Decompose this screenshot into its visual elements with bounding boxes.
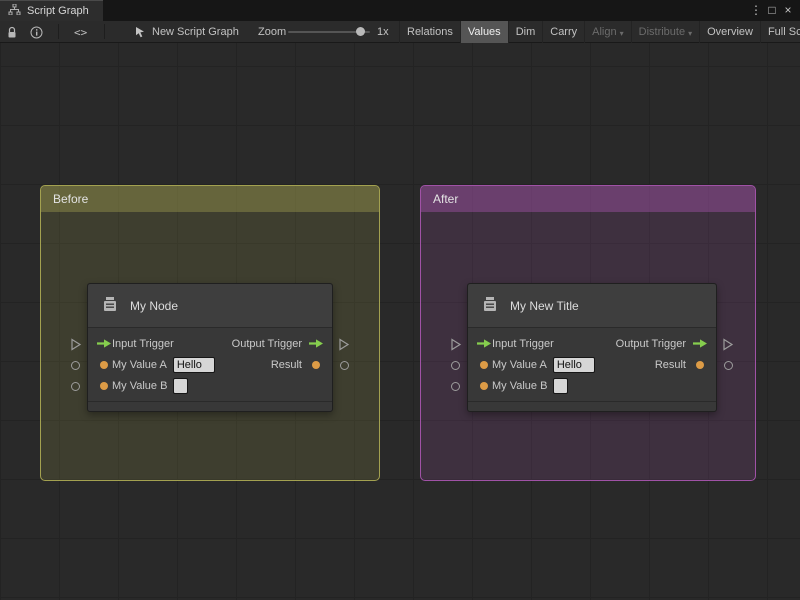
- dim-label: Dim: [515, 26, 536, 38]
- toolbar-divider: [58, 24, 59, 39]
- value-b-row: My Value B: [468, 375, 716, 396]
- value-a-port-icon[interactable]: [96, 360, 112, 369]
- relations-label: Relations: [407, 26, 453, 38]
- group-after-header[interactable]: After: [421, 186, 755, 212]
- value-a-row: My Value A Result: [468, 354, 716, 375]
- zoom-slider-track[interactable]: [288, 27, 370, 36]
- zoom-value: 1x: [377, 26, 389, 38]
- distribute-button: Distribute ▾: [630, 21, 699, 43]
- tab-label: Script Graph: [27, 5, 89, 17]
- value-b-connector-icon[interactable]: [451, 382, 460, 391]
- graph-name-label: New Script Graph: [152, 26, 239, 38]
- trigger-out-arrow-icon[interactable]: [308, 339, 324, 348]
- node-body: Input Trigger Output Trigger My Value A …: [88, 328, 332, 396]
- node-footer: [88, 401, 332, 411]
- value-b-input[interactable]: [173, 377, 189, 394]
- overview-label: Overview: [707, 26, 753, 38]
- node-my-node[interactable]: My Node Input Trigger Output Trigger My …: [71, 283, 350, 412]
- zoom-slider-knob[interactable]: [356, 27, 365, 36]
- group-before-header[interactable]: Before: [41, 186, 379, 212]
- group-before-label: Before: [53, 192, 89, 206]
- result-label: Result: [270, 358, 302, 371]
- value-a-row: My Value A Result: [88, 354, 332, 375]
- graph-tab-icon: [8, 3, 21, 18]
- value-b-port-icon[interactable]: [476, 381, 492, 390]
- tab-script-graph[interactable]: Script Graph: [0, 0, 103, 21]
- input-trigger-label: Input Trigger: [112, 337, 174, 350]
- value-b-port-icon[interactable]: [96, 381, 112, 390]
- trigger-out-arrow-icon[interactable]: [692, 339, 708, 348]
- value-a-input[interactable]: [552, 356, 595, 373]
- output-trigger-connector-icon[interactable]: [722, 338, 734, 356]
- node-body: Input Trigger Output Trigger My Value A …: [468, 328, 716, 396]
- toolbar: <> New Script Graph Zoom 1x Relations Va…: [0, 21, 800, 43]
- window-menu-icon[interactable]: ⋮: [748, 0, 764, 21]
- result-port-icon[interactable]: [692, 360, 708, 369]
- value-a-label: My Value A: [492, 358, 547, 371]
- values-label: Values: [467, 26, 501, 38]
- result-connector-icon[interactable]: [724, 361, 733, 370]
- value-b-label: My Value B: [492, 379, 548, 392]
- node-header[interactable]: My New Title: [468, 284, 716, 328]
- trigger-row: Input Trigger Output Trigger: [88, 333, 332, 354]
- align-button: Align ▾: [584, 21, 630, 43]
- window-controls: ⋮ □ ×: [748, 0, 800, 21]
- trigger-in-arrow-icon[interactable]: [476, 339, 492, 348]
- chevron-down-icon: ▾: [619, 28, 624, 38]
- toolbar-buttons: Relations Values Dim Carry Align ▾ Distr…: [399, 21, 800, 43]
- lock-icon[interactable]: [6, 21, 18, 43]
- carry-label: Carry: [550, 26, 578, 38]
- value-a-label: My Value A: [112, 358, 167, 371]
- fullscreen-button[interactable]: Full Scr: [759, 21, 800, 43]
- input-trigger-label: Input Trigger: [492, 337, 554, 350]
- graph-canvas[interactable]: Before After My Node Input Trigger Outpu…: [0, 43, 800, 600]
- carry-button[interactable]: Carry: [542, 21, 584, 43]
- value-a-input[interactable]: [172, 356, 215, 373]
- distribute-label: Distribute: [638, 26, 686, 38]
- code-view-icon[interactable]: <>: [74, 21, 87, 43]
- relations-button[interactable]: Relations: [399, 21, 460, 43]
- value-a-port-icon[interactable]: [476, 360, 492, 369]
- graph-pointer-icon: [134, 21, 146, 43]
- unit-icon: [480, 294, 500, 317]
- chevron-down-icon: ▾: [688, 28, 693, 38]
- value-a-connector-icon[interactable]: [451, 361, 460, 370]
- value-b-connector-icon[interactable]: [71, 382, 80, 391]
- title-bar: Script Graph ⋮ □ ×: [0, 0, 800, 21]
- input-trigger-connector-icon[interactable]: [450, 338, 462, 356]
- node-my-new-title[interactable]: My New Title Input Trigger Output Trigge…: [451, 283, 734, 412]
- value-b-row: My Value B: [88, 375, 332, 396]
- node-header[interactable]: My Node: [88, 284, 332, 328]
- trigger-in-arrow-icon[interactable]: [96, 339, 112, 348]
- result-label: Result: [654, 358, 686, 371]
- align-label: Align: [592, 26, 617, 38]
- fullscreen-label: Full Scr: [767, 26, 800, 38]
- output-trigger-label: Output Trigger: [231, 337, 302, 350]
- node-title: My Node: [130, 298, 179, 313]
- result-connector-icon[interactable]: [340, 361, 349, 370]
- toolbar-divider: [104, 24, 105, 39]
- zoom-slider[interactable]: [288, 21, 370, 43]
- node-footer: [468, 401, 716, 411]
- overview-button[interactable]: Overview: [699, 21, 760, 43]
- output-trigger-label: Output Trigger: [615, 337, 686, 350]
- value-b-label: My Value B: [112, 379, 168, 392]
- zoom-label: Zoom: [258, 26, 287, 38]
- info-icon[interactable]: [30, 21, 43, 43]
- output-trigger-connector-icon[interactable]: [338, 338, 350, 356]
- dim-button[interactable]: Dim: [507, 21, 543, 43]
- group-after-label: After: [433, 192, 459, 206]
- value-b-input[interactable]: [553, 377, 569, 394]
- value-a-connector-icon[interactable]: [71, 361, 80, 370]
- maximize-icon[interactable]: □: [764, 0, 780, 21]
- input-trigger-connector-icon[interactable]: [70, 338, 82, 356]
- result-port-icon[interactable]: [308, 360, 324, 369]
- unit-icon: [100, 294, 120, 317]
- node-title: My New Title: [510, 298, 579, 313]
- close-icon[interactable]: ×: [780, 0, 796, 21]
- values-button[interactable]: Values: [459, 21, 508, 43]
- trigger-row: Input Trigger Output Trigger: [468, 333, 716, 354]
